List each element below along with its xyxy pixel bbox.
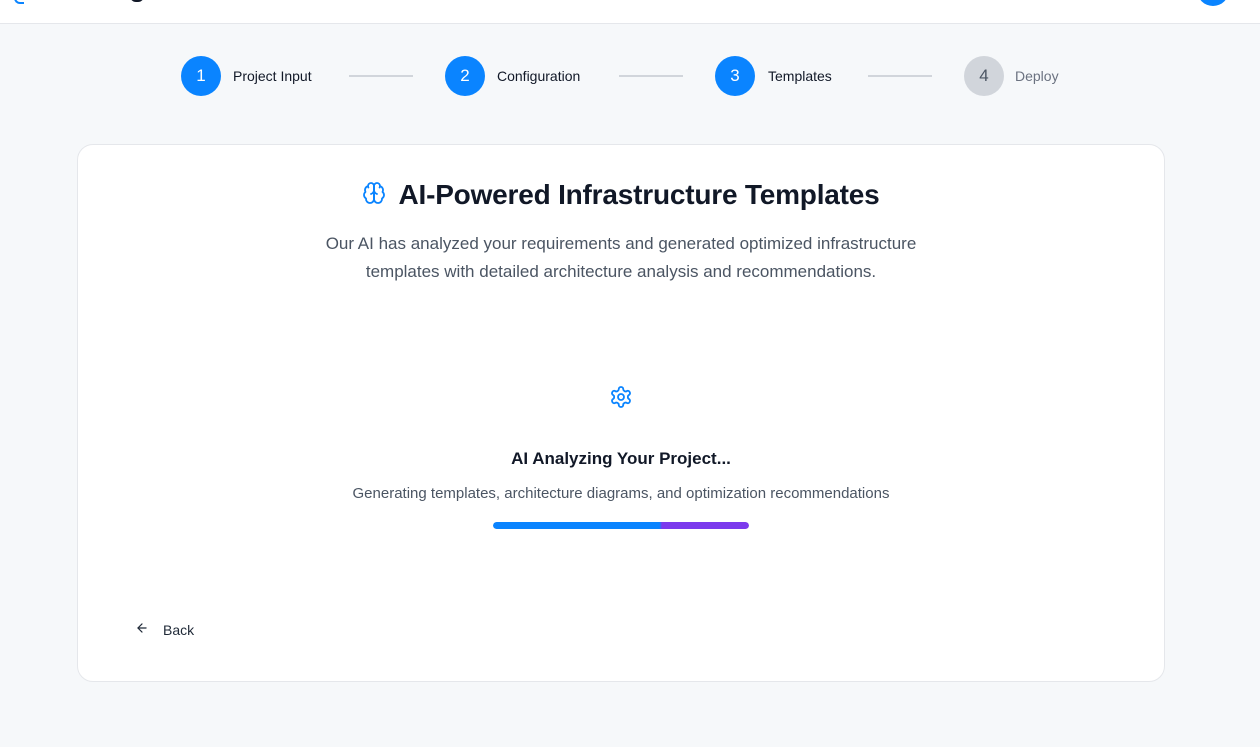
step-2-number: 2 (460, 66, 470, 85)
step-1-label: Project Input (233, 68, 312, 84)
back-button-label: Back (163, 622, 195, 638)
user-avatar[interactable] (1197, 0, 1229, 6)
page-subtitle: Our AI has analyzed your requirements an… (78, 230, 1164, 286)
step-4-number: 4 (979, 66, 989, 85)
page-title: AI-Powered Infrastructure Templates (398, 179, 880, 210)
analysis-progress-fill (493, 522, 749, 529)
step-4-label: Deploy (1015, 68, 1059, 84)
step-4-indicator: 4 (964, 56, 1004, 96)
step-2-label: Configuration (497, 68, 581, 84)
subtitle-line-2: templates with detailed architecture ana… (365, 262, 877, 281)
step-1-indicator: 1 (181, 56, 221, 96)
back-button[interactable]: Back (135, 619, 194, 641)
step-3-indicator: 3 (715, 56, 755, 96)
step-connector (349, 75, 413, 77)
logo-icon[interactable] (14, 0, 24, 4)
analysis-status-description: Generating templates, architecture diagr… (352, 485, 890, 502)
gear-icon (609, 385, 633, 409)
templates-card: AI-Powered Infrastructure Templates Our … (77, 144, 1165, 682)
top-navigation-bar (0, 0, 1260, 24)
step-3-number: 3 (730, 66, 740, 85)
subtitle-line-1: Our AI has analyzed your requirements an… (325, 234, 917, 253)
progress-stepper: 1 Project Input 2 Configuration 3 Templa… (0, 56, 1260, 96)
analysis-progress-bar (493, 522, 749, 529)
card-heading: AI-Powered Infrastructure Templates (78, 179, 1164, 211)
arrow-left-icon (135, 621, 149, 640)
step-3-label: Templates (768, 68, 832, 84)
step-connector (619, 75, 683, 77)
brain-icon (362, 181, 386, 210)
step-1-number: 1 (196, 66, 206, 85)
analysis-status-title: AI Analyzing Your Project... (511, 449, 731, 468)
step-connector (868, 75, 932, 77)
step-2-indicator: 2 (445, 56, 485, 96)
app-title-fragment (130, 0, 144, 2)
